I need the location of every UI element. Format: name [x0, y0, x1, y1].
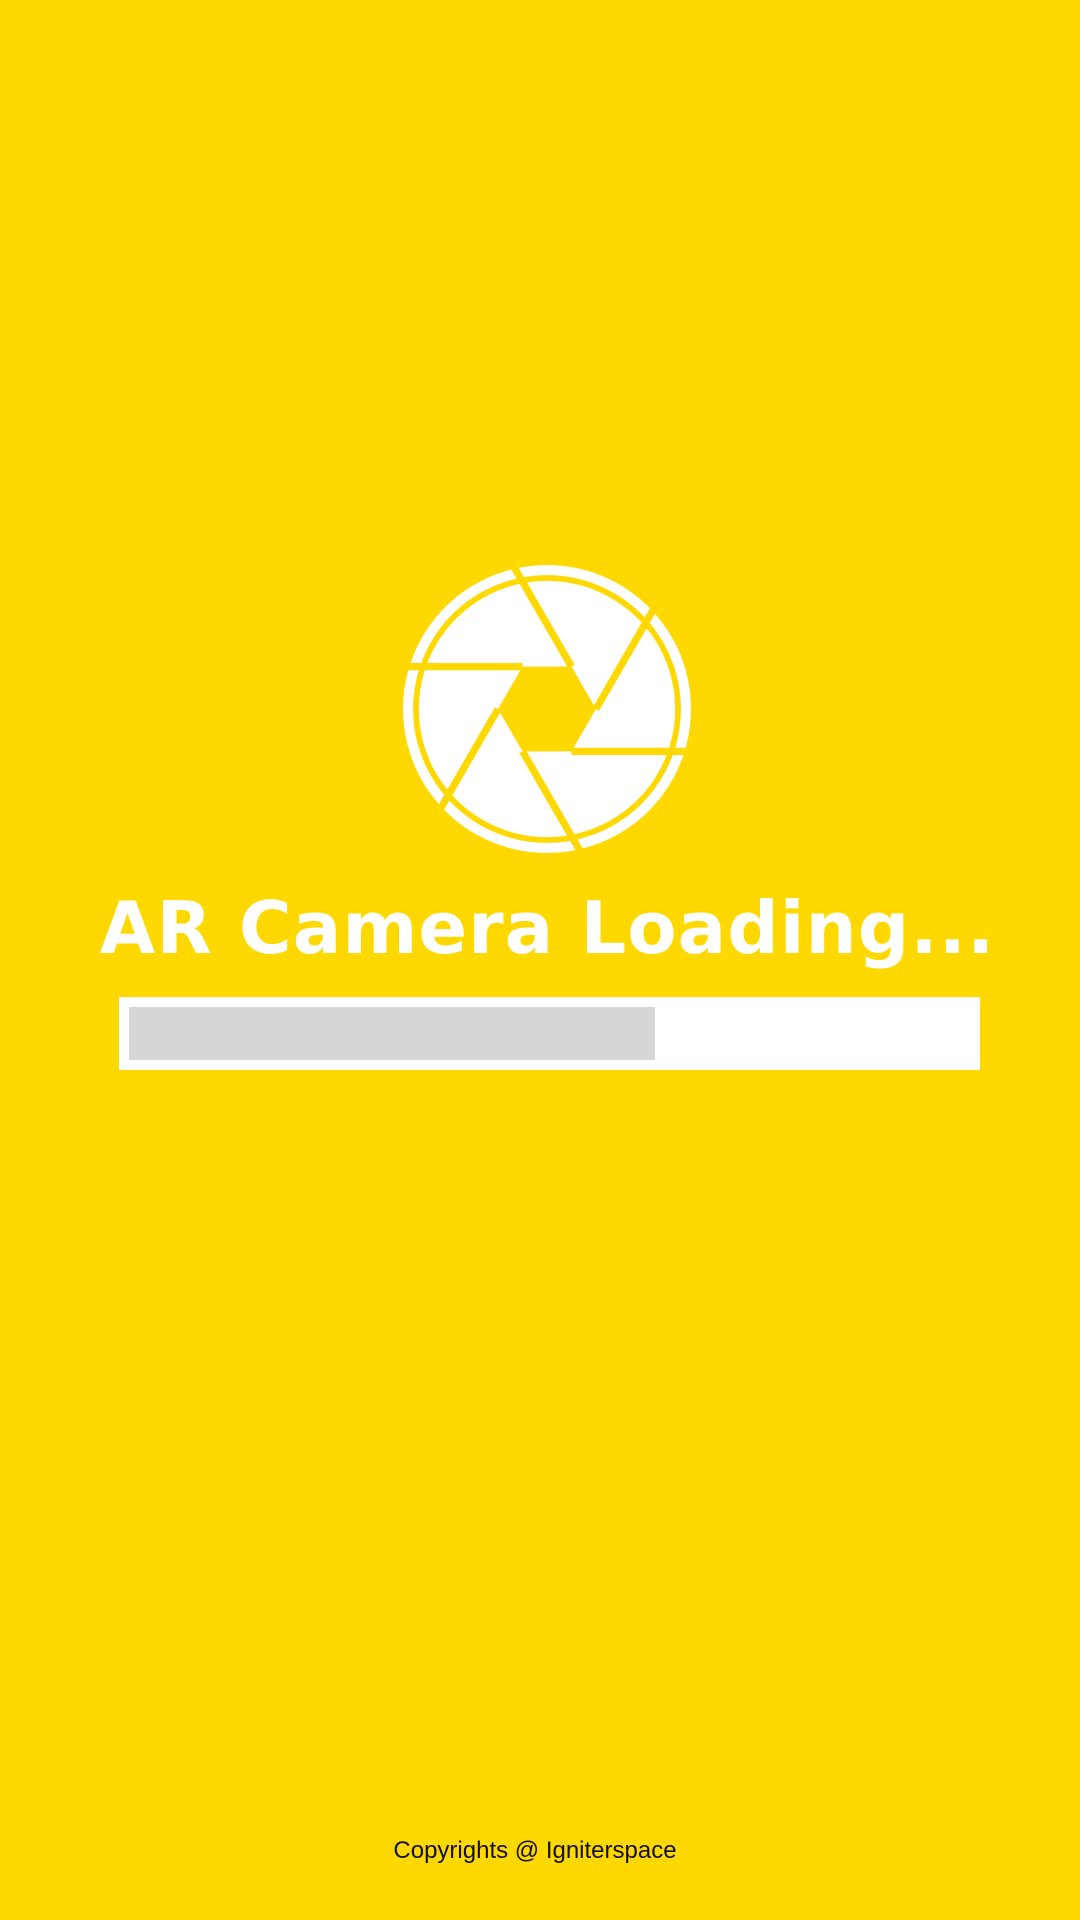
loading-title: AR Camera Loading... — [99, 886, 996, 970]
camera-aperture-icon — [403, 565, 691, 853]
loading-progress-bar — [119, 997, 980, 1070]
loading-progress-fill — [129, 1007, 655, 1060]
copyright-footer: Copyrights @ Igniterspace — [393, 1837, 677, 1864]
splash-screen: AR Camera Loading... Copyrights @ Ignite… — [0, 0, 1080, 1920]
